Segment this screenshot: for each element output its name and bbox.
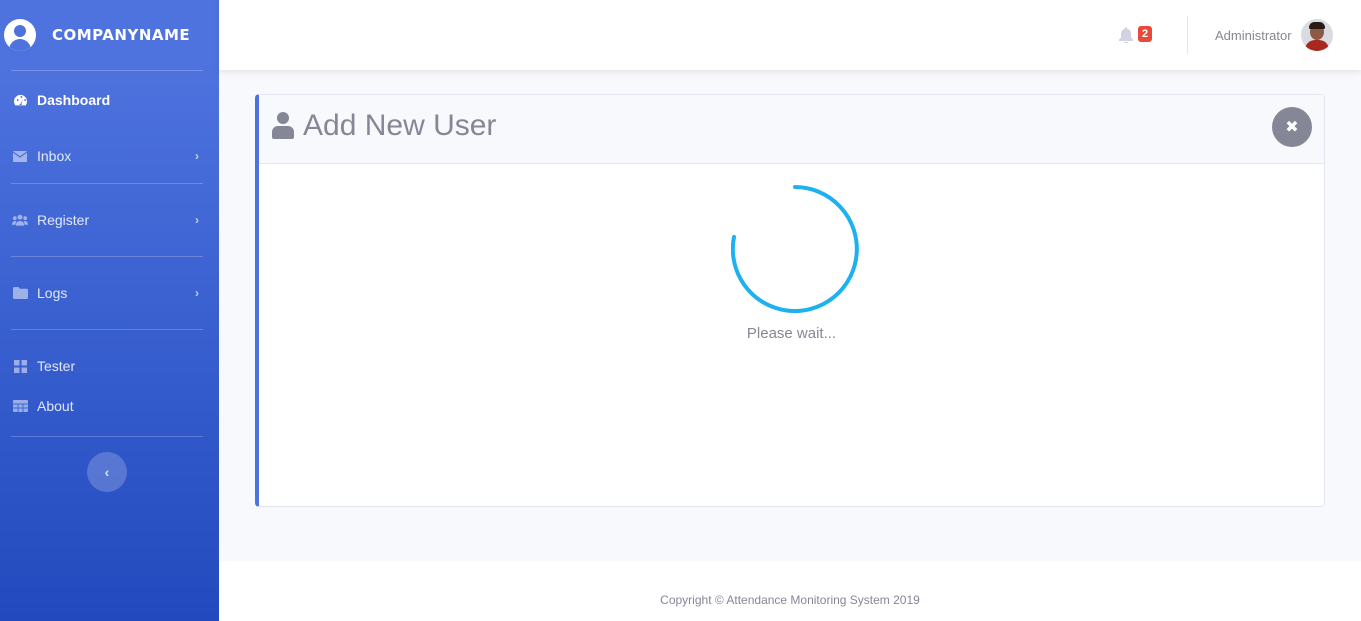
topbar-divider (1187, 16, 1188, 54)
add-user-card: Add New User ✖ Please wait... (255, 94, 1325, 507)
copyright-text: Copyright © Attendance Monitoring System… (660, 593, 920, 607)
chevron-right-icon: › (195, 286, 199, 300)
card-header: Add New User ✖ (259, 95, 1324, 164)
sidebar-item-label: About (37, 398, 74, 414)
sidebar-item-label: Tester (37, 358, 76, 374)
close-icon: ✖ (1285, 119, 1299, 136)
sidebar-item-register[interactable]: Register › (0, 184, 219, 256)
sidebar-item-inbox[interactable]: Inbox › (0, 129, 219, 183)
avatar[interactable] (1301, 19, 1333, 51)
page-title-text: Add New User (303, 109, 497, 142)
user-circle-icon (4, 19, 36, 51)
close-button[interactable]: ✖ (1272, 107, 1312, 147)
table-icon (12, 399, 28, 413)
bell-icon[interactable] (1119, 27, 1135, 44)
envelope-icon (12, 149, 28, 163)
grid-icon (12, 359, 28, 373)
chevron-right-icon: › (195, 149, 199, 163)
sidebar-item-label: Register (37, 212, 90, 228)
footer: Copyright © Attendance Monitoring System… (219, 561, 1361, 621)
users-icon (12, 213, 28, 227)
sidebar-item-dashboard[interactable]: Dashboard (0, 71, 219, 129)
notification-count-badge: 2 (1138, 26, 1153, 42)
tachometer-icon (12, 93, 28, 107)
sidebar-item-label: Logs (37, 285, 68, 301)
brand-name: COMPANYNAME (52, 26, 191, 44)
sidebar-toggle-button[interactable]: ‹ (87, 452, 127, 492)
sidebar-item-about[interactable]: About (0, 386, 219, 426)
sidebar: COMPANYNAME Dashboard Inbox › Register ›… (0, 0, 219, 621)
loading-text: Please wait... (746, 325, 837, 342)
loading-spinner (731, 185, 859, 313)
user-icon (272, 112, 294, 140)
sidebar-item-label: Dashboard (37, 92, 111, 108)
folder-icon (12, 286, 28, 300)
brand-link[interactable]: COMPANYNAME (0, 0, 219, 70)
sidebar-item-label: Inbox (37, 148, 72, 164)
sidebar-divider (11, 436, 203, 437)
chevron-left-icon: ‹ (104, 464, 110, 480)
sidebar-item-logs[interactable]: Logs › (0, 257, 219, 329)
topbar: 2 Administrator (219, 0, 1361, 70)
chevron-right-icon: › (195, 213, 199, 227)
page-title: Add New User (272, 109, 496, 143)
user-name[interactable]: Administrator (1215, 28, 1292, 43)
